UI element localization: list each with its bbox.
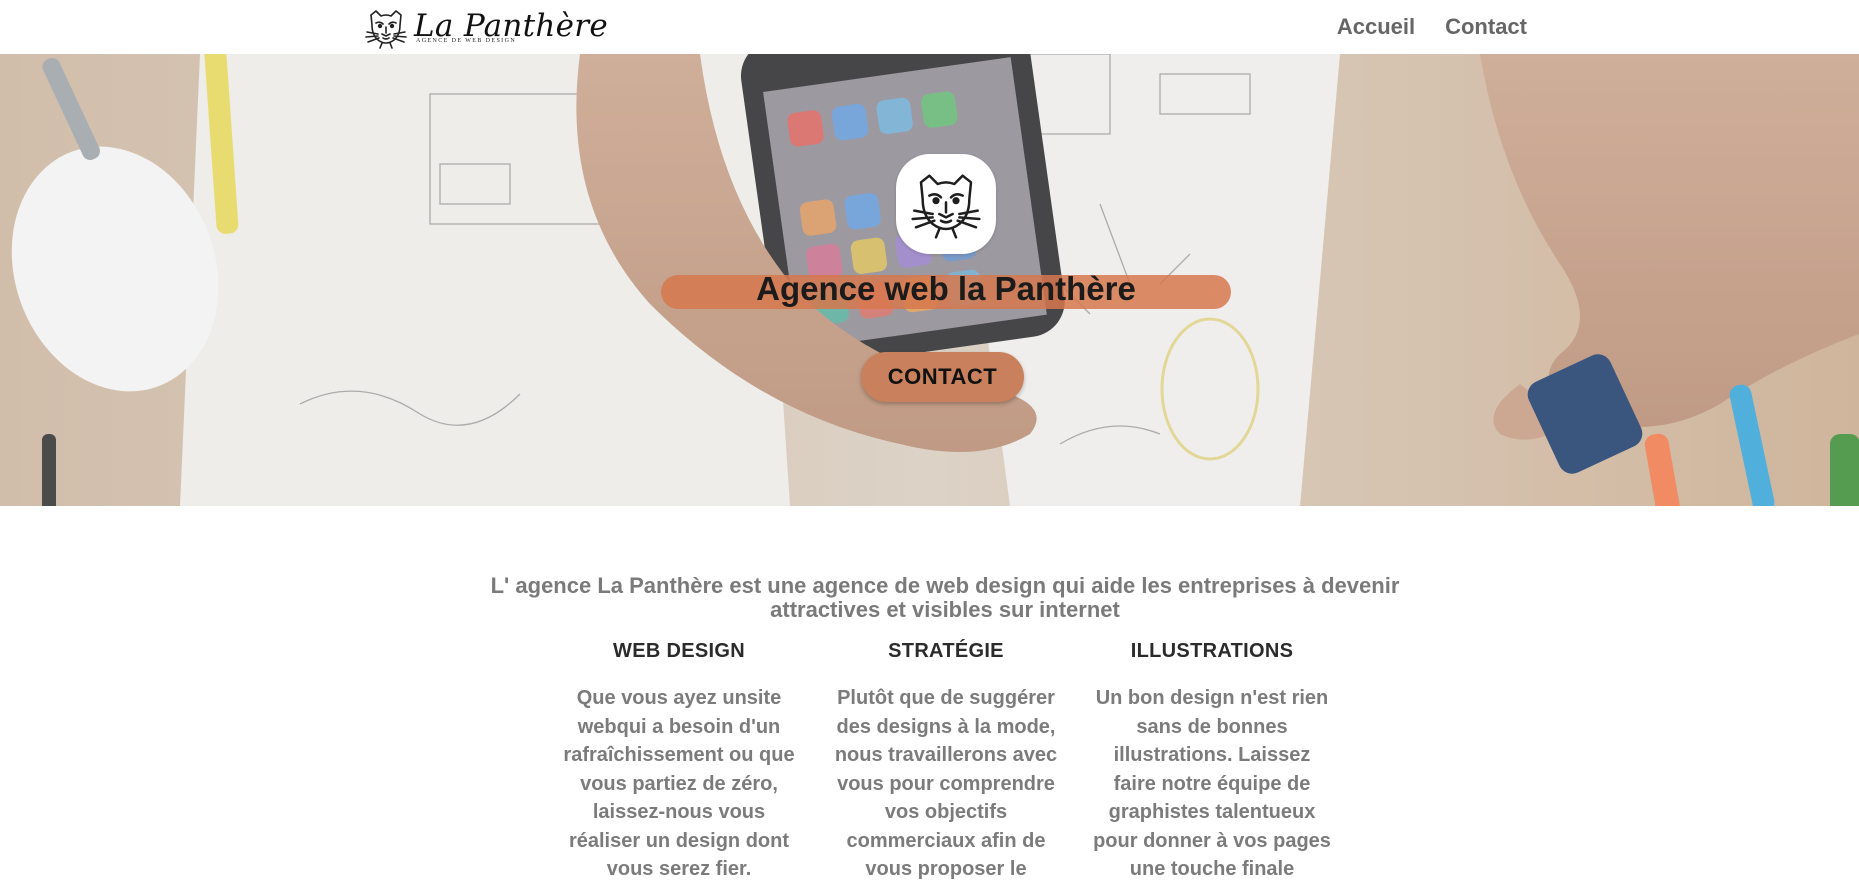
logo-tagline: AGENCE DE WEB DESIGN [416,38,517,44]
panther-head-icon [911,174,981,239]
service-web-design: WEB DESIGN Que vous ayez unsite webqui a… [559,640,799,884]
nav-link-contact[interactable]: Contact [1445,14,1527,40]
service-description: Plutôt que de suggérer des designs à la … [834,687,1058,880]
nav-link-accueil[interactable]: Accueil [1337,14,1415,40]
main-nav: Accueil Contact [1337,14,1527,40]
intro-text: L' agence La Panthère est une agence de … [490,573,1400,622]
panther-head-icon [365,10,407,49]
hero-title: Agence web la Panthère [756,270,1136,307]
hero-logo-badge [896,154,996,254]
site-logo[interactable]: La Panthère AGENCE DE WEB DESIGN [362,6,608,50]
service-illustrations: ILLUSTRATIONS Un bon design n'est rien s… [1092,640,1332,884]
service-title: WEB DESIGN [613,640,745,662]
service-description: Un bon design n'est rien sans de bonnes … [1093,687,1331,880]
hero-section: Agence web la Panthère CONTACT [0,54,1859,506]
service-description: Que vous ayez unsite webqui a besoin d'u… [563,687,795,880]
site-header: La Panthère AGENCE DE WEB DESIGN Accueil… [0,0,1859,54]
logo-wordmark: La Panthère AGENCE DE WEB DESIGN [414,6,608,50]
service-strategie: STRATÉGIE Plutôt que de suggérer des des… [826,640,1066,884]
contact-cta-button[interactable]: CONTACT [861,352,1024,402]
service-title: STRATÉGIE [888,640,1004,662]
service-title: ILLUSTRATIONS [1130,640,1294,662]
